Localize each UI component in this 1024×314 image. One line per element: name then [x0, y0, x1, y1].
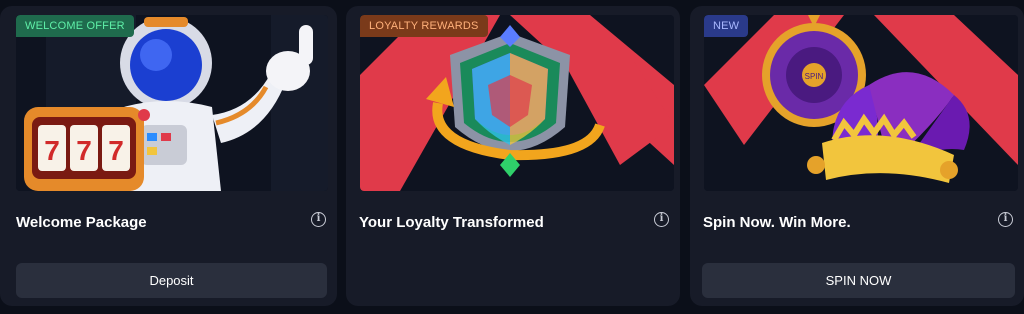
svg-text:7: 7 [76, 135, 92, 166]
promo-banner-loyalty[interactable]: LOYALTY REWARDS [360, 15, 674, 191]
badge-new: NEW [704, 15, 749, 37]
spin-now-button[interactable]: SPIN NOW [702, 263, 1015, 298]
badge-loyalty-rewards: LOYALTY REWARDS [360, 15, 488, 37]
info-icon[interactable]: i [654, 212, 669, 227]
jester-hat-prize-wheel-illustration: SPIN [704, 15, 1018, 191]
promo-card-spin[interactable]: SPIN NEW Spin Now. Win More. i SPIN NOW [690, 6, 1024, 306]
deposit-button[interactable]: Deposit [16, 263, 327, 298]
info-icon[interactable]: i [311, 212, 326, 227]
promo-banner-spin[interactable]: SPIN NEW [704, 15, 1018, 191]
svg-text:7: 7 [44, 135, 60, 166]
info-icon[interactable]: i [998, 212, 1013, 227]
promo-card-loyalty[interactable]: LOYALTY REWARDS Your Loyalty Transformed… [346, 6, 680, 306]
card-title: Spin Now. Win More. [703, 214, 851, 231]
promotions-grid: 7 7 7 WELCOME OFFER Welcome Package i De… [0, 0, 1024, 314]
promo-banner-welcome[interactable]: 7 7 7 WELCOME OFFER [16, 15, 328, 191]
svg-text:7: 7 [108, 135, 124, 166]
astronaut-slot-machine-illustration: 7 7 7 [16, 15, 328, 191]
rainbow-shield-illustration [360, 15, 674, 191]
card-title: Your Loyalty Transformed [359, 214, 544, 231]
svg-text:SPIN: SPIN [805, 72, 824, 81]
promo-card-welcome[interactable]: 7 7 7 WELCOME OFFER Welcome Package i De… [0, 6, 337, 306]
card-title: Welcome Package [16, 214, 147, 231]
badge-welcome-offer: WELCOME OFFER [16, 15, 134, 37]
